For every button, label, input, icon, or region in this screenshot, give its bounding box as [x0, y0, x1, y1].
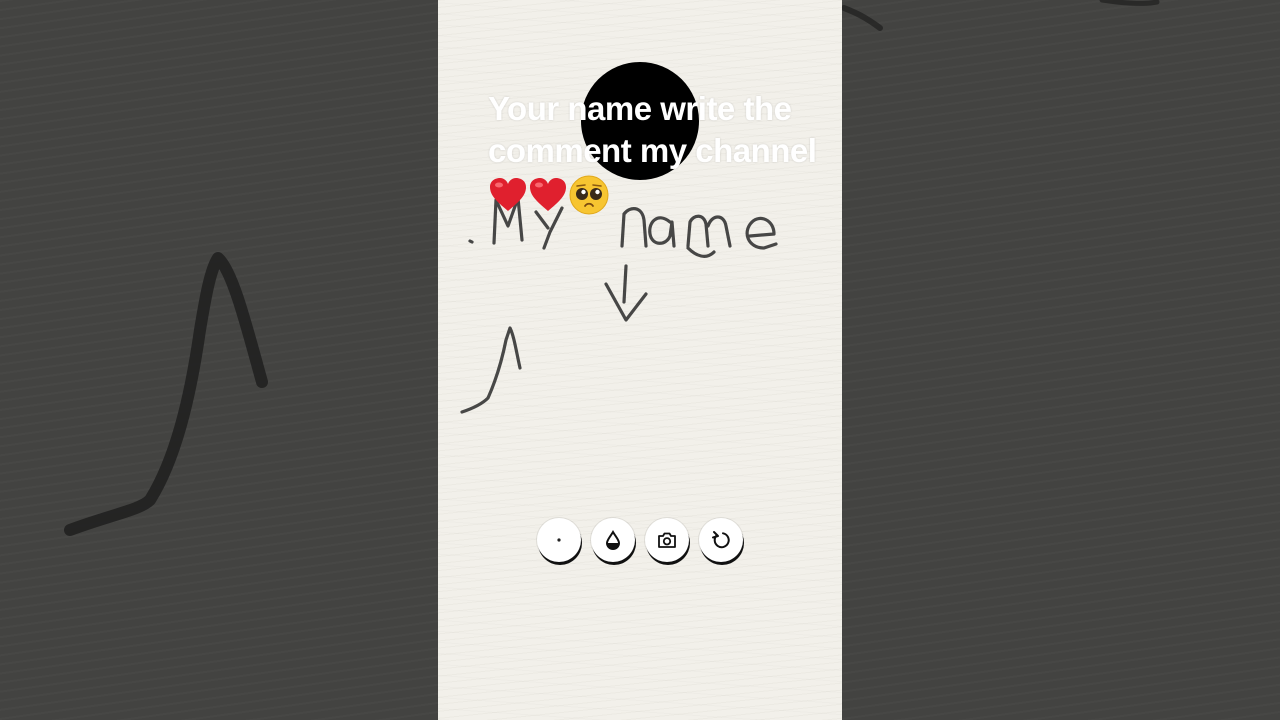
handwritten-letter-m2 — [686, 214, 732, 248]
red-heart-icon — [530, 178, 566, 212]
blurred-background-left — [0, 0, 438, 720]
ink-drop-icon — [605, 530, 621, 550]
camera-button[interactable] — [645, 518, 689, 562]
overlay-caption: Your name write the comment my channel — [488, 88, 828, 216]
handwritten-letter-e — [745, 216, 778, 250]
undo-icon — [712, 531, 730, 549]
camera-icon — [658, 532, 676, 548]
blurred-background-right — [842, 0, 1280, 720]
undo-button[interactable] — [699, 518, 743, 562]
blurred-stroke-right — [842, 0, 1160, 31]
handwritten-tail — [686, 246, 716, 258]
handwritten-up-stroke — [460, 326, 522, 414]
red-heart-icon — [490, 178, 526, 212]
handwritten-dot — [468, 239, 474, 244]
handwritten-letter-a — [648, 216, 676, 248]
brush-size-icon — [557, 538, 561, 542]
pleading-face-icon — [569, 175, 609, 215]
overlay-caption-text: Your name write the comment my channel — [488, 90, 817, 169]
ink-color-button[interactable] — [591, 518, 635, 562]
handwritten-down-arrow — [604, 264, 648, 322]
brush-size-button[interactable] — [537, 518, 581, 562]
blurred-stroke-left — [64, 252, 268, 536]
drawing-toolbar — [537, 518, 747, 564]
emoji-group — [488, 174, 610, 215]
drawing-canvas[interactable]: Your name write the comment my channel — [438, 0, 842, 720]
video-frame: Your name write the comment my channel — [0, 0, 1280, 720]
